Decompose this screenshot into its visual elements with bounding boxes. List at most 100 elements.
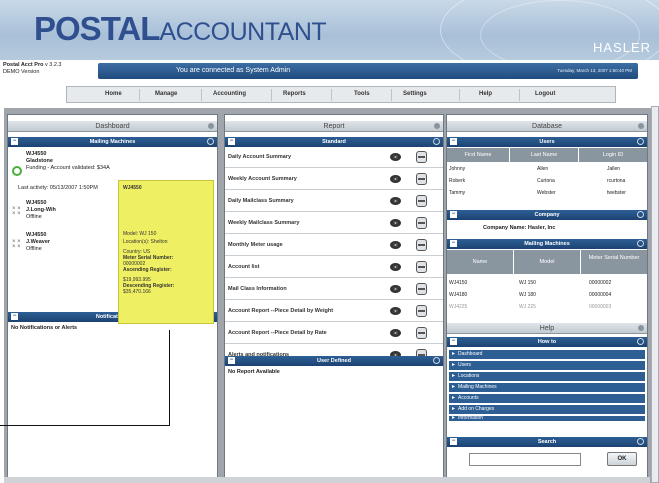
view-eye-icon[interactable]: [390, 197, 401, 205]
view-eye-icon[interactable]: [390, 219, 401, 227]
refresh-icon[interactable]: [637, 138, 644, 145]
machine-cell[interactable]: WJ4180: [449, 289, 467, 301]
report-row[interactable]: Daily Mailclass Summary: [225, 192, 443, 212]
printer-icon[interactable]: [416, 217, 427, 229]
menu-home[interactable]: Home: [105, 91, 122, 97]
printer-icon[interactable]: [416, 151, 427, 163]
refresh-icon[interactable]: [433, 138, 440, 145]
users-header[interactable]: − Users: [447, 137, 647, 147]
horizontal-scrollbar[interactable]: [4, 477, 650, 483]
vertical-scrollbar[interactable]: [651, 106, 659, 483]
report-row[interactable]: Mail Class Information: [225, 280, 443, 300]
printer-icon[interactable]: [416, 327, 427, 339]
column-header[interactable]: First Name: [447, 148, 509, 162]
machine-cell[interactable]: WJ4225: [449, 301, 467, 313]
machine-cell[interactable]: 00000003: [589, 301, 611, 313]
view-eye-icon[interactable]: [390, 175, 401, 183]
machine-entry[interactable]: WJ4550 Gladstone Funding - Account validat…: [26, 151, 110, 172]
view-eye-icon[interactable]: [390, 307, 401, 315]
refresh-icon[interactable]: [637, 240, 644, 247]
collapse-icon[interactable]: −: [450, 338, 457, 345]
collapse-icon[interactable]: −: [450, 138, 457, 145]
refresh-icon[interactable]: [637, 338, 644, 345]
column-header[interactable]: Login ID: [579, 148, 647, 162]
printer-icon[interactable]: [416, 173, 427, 185]
mailing-machines-header[interactable]: − Mailing Machines: [8, 137, 217, 147]
collapse-icon[interactable]: −: [11, 313, 18, 320]
search-input[interactable]: [469, 453, 581, 466]
collapse-icon[interactable]: −: [228, 357, 235, 364]
report-row[interactable]: Weekly Account Summary: [225, 170, 443, 190]
machine-cell[interactable]: WJ 150: [519, 277, 536, 289]
user-cell[interactable]: Johnny: [449, 163, 465, 175]
view-eye-icon[interactable]: [390, 241, 401, 249]
collapse-icon[interactable]: −: [228, 138, 235, 145]
view-eye-icon[interactable]: [390, 329, 401, 337]
column-header[interactable]: Last Name: [510, 148, 578, 162]
user-cell[interactable]: rcurtona: [607, 175, 625, 187]
howto-header[interactable]: − How to: [447, 337, 647, 347]
mailing-machines-header[interactable]: − Mailing Machines: [447, 239, 647, 249]
search-ok-button[interactable]: OK: [607, 452, 637, 466]
user-cell[interactable]: twebster: [607, 187, 626, 199]
standard-reports-header[interactable]: − Standard: [225, 137, 443, 147]
column-header[interactable]: Name: [447, 250, 513, 274]
menu-tools[interactable]: Tools: [354, 91, 370, 97]
view-eye-icon[interactable]: [390, 263, 401, 271]
printer-icon[interactable]: [416, 261, 427, 273]
report-row[interactable]: Account Report --Piece Detail by Rate: [225, 324, 443, 344]
user-cell[interactable]: Roberk: [449, 175, 465, 187]
report-row[interactable]: Monthly Meter usage: [225, 236, 443, 256]
machine-entry[interactable]: WJ4550 J.Weaver Offline: [26, 232, 50, 253]
help-item-users[interactable]: Users: [449, 361, 645, 370]
user-cell[interactable]: Curtona: [537, 175, 555, 187]
collapse-icon[interactable]: −: [450, 240, 457, 247]
help-item-dashboard[interactable]: Dashboard: [449, 350, 645, 359]
report-row[interactable]: Daily Account Summary: [225, 148, 443, 168]
column-header[interactable]: Model: [514, 250, 580, 274]
help-item-accounts[interactable]: Accounts: [449, 394, 645, 403]
machine-cell[interactable]: WJ4150: [449, 277, 467, 289]
user-defined-header[interactable]: − User Defined: [225, 356, 443, 366]
view-eye-icon[interactable]: [390, 285, 401, 293]
machine-cell[interactable]: 00000002: [589, 277, 611, 289]
help-item-add-on-charges[interactable]: Add on Charges: [449, 405, 645, 414]
user-cell[interactable]: Jallen: [607, 163, 620, 175]
collapse-icon[interactable]: −: [450, 438, 457, 445]
printer-icon[interactable]: [416, 283, 427, 295]
report-row[interactable]: Account list: [225, 258, 443, 278]
view-eye-icon[interactable]: [390, 153, 401, 161]
menu-settings[interactable]: Settings: [403, 91, 427, 97]
menu-help[interactable]: Help: [479, 91, 492, 97]
printer-icon[interactable]: [416, 195, 427, 207]
panel-menu-icon[interactable]: [638, 325, 644, 331]
panel-menu-icon[interactable]: [434, 123, 440, 129]
help-item-information[interactable]: Information: [449, 416, 645, 421]
printer-icon[interactable]: [416, 239, 427, 251]
report-row[interactable]: Account Report --Piece Detail by Weight: [225, 302, 443, 322]
company-header[interactable]: − Company: [447, 210, 647, 220]
help-item-locations[interactable]: Locations: [449, 372, 645, 381]
user-cell[interactable]: Webster: [537, 187, 556, 199]
refresh-icon[interactable]: [637, 211, 644, 218]
search-header[interactable]: − Search: [447, 437, 647, 447]
refresh-icon[interactable]: [433, 357, 440, 364]
user-cell[interactable]: Tammy: [449, 187, 465, 199]
menu-manage[interactable]: Manage: [155, 91, 177, 97]
machine-cell[interactable]: WJ 180: [519, 289, 536, 301]
refresh-icon[interactable]: [207, 138, 214, 145]
menu-accounting[interactable]: Accounting: [213, 91, 246, 97]
user-cell[interactable]: Allen: [537, 163, 548, 175]
printer-icon[interactable]: [416, 305, 427, 317]
column-header[interactable]: Meter Serial Number: [581, 250, 647, 274]
machine-cell[interactable]: WJ 225: [519, 301, 536, 313]
panel-menu-icon[interactable]: [638, 123, 644, 129]
panel-menu-icon[interactable]: [208, 123, 214, 129]
machine-cell[interactable]: 00000004: [589, 289, 611, 301]
menu-reports[interactable]: Reports: [283, 91, 306, 97]
report-row[interactable]: Weekly Mailclass Summary: [225, 214, 443, 234]
menu-logout[interactable]: Logout: [535, 91, 555, 97]
collapse-icon[interactable]: −: [11, 138, 18, 145]
machine-entry[interactable]: WJ4550 J.Long-Wih Offline: [26, 200, 56, 221]
help-item-mailing-machines[interactable]: Mailing Machines: [449, 383, 645, 392]
